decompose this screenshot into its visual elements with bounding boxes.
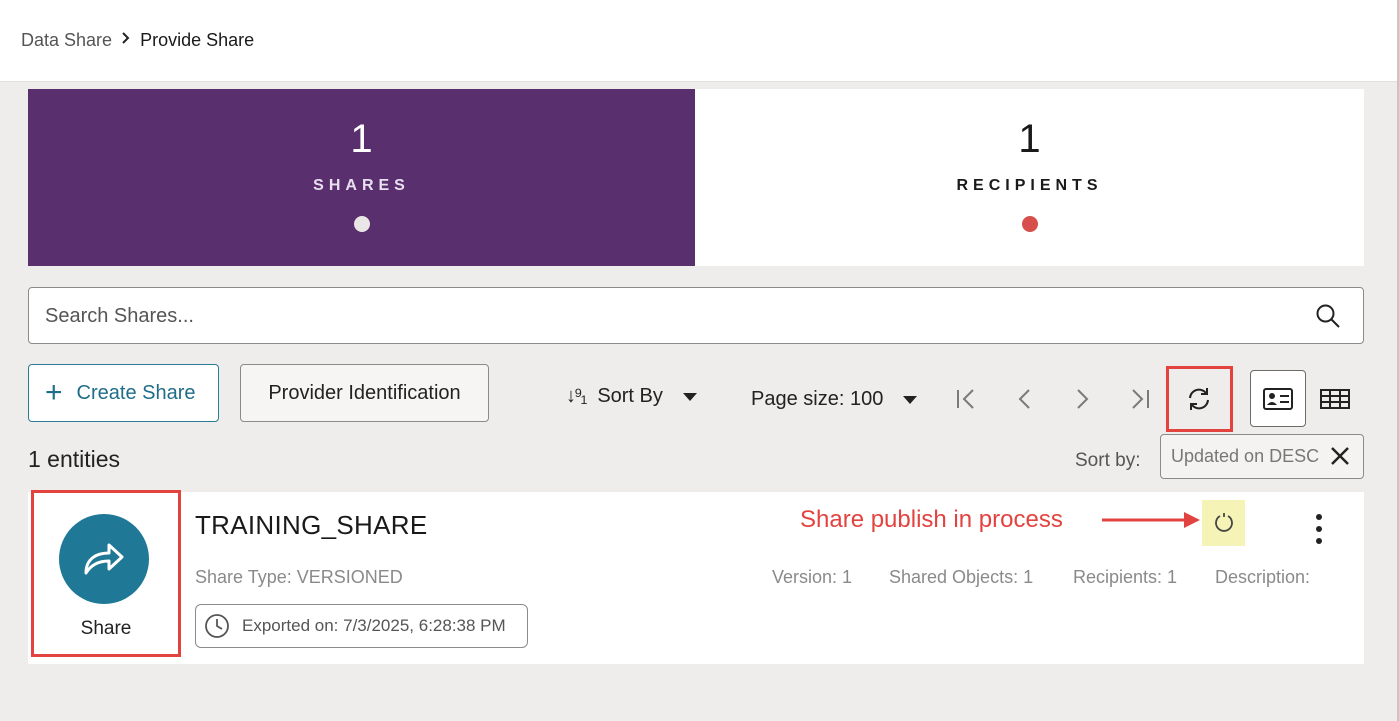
create-share-label: Create Share	[76, 381, 196, 404]
table-view-icon	[1320, 389, 1350, 409]
share-description: Description:	[1215, 567, 1311, 587]
first-page-button[interactable]	[951, 384, 981, 414]
recipients-indicator-dot	[1021, 216, 1038, 232]
sort-by-dropdown[interactable]: ↓⁹₁ Sort By	[566, 385, 697, 408]
sort-filter-chip: Updated on DESC	[1160, 434, 1364, 479]
share-arrow-icon	[84, 543, 124, 575]
table-view-button[interactable]	[1318, 384, 1352, 414]
recipients-count: 1	[1018, 117, 1041, 161]
breadcrumb: Data Share Provide Share	[21, 30, 254, 51]
recipients-tile[interactable]: 1 RECIPIENTS	[695, 89, 1364, 266]
page-size-label: Page size: 100	[751, 388, 884, 410]
provider-identification-button[interactable]: Provider Identification	[240, 364, 489, 422]
shares-indicator-dot	[353, 216, 370, 232]
share-version: Version: 1	[772, 567, 853, 587]
caret-down-icon	[682, 392, 697, 401]
page-size-dropdown[interactable]: Page size: 100	[751, 388, 918, 411]
chevron-left-icon	[1018, 389, 1030, 409]
provider-identification-label: Provider Identification	[268, 381, 461, 404]
share-type: Share Type: VERSIONED	[195, 567, 403, 587]
sort-icon: ↓⁹₁	[566, 385, 587, 407]
close-icon[interactable]	[1329, 445, 1351, 467]
caret-down-icon	[903, 395, 918, 404]
search-icon[interactable]	[1315, 303, 1341, 329]
next-page-button[interactable]	[1067, 384, 1097, 414]
breadcrumb-provide-share: Provide Share	[140, 30, 255, 50]
share-recipients: Recipients: 1	[1073, 567, 1178, 587]
share-avatar-label: Share	[80, 618, 132, 639]
publish-status-indicator	[1202, 500, 1245, 546]
more-actions-icon[interactable]	[1308, 514, 1330, 544]
breadcrumb-data-share[interactable]: Data Share	[21, 30, 112, 51]
annotation-text: Share publish in process	[800, 506, 1063, 533]
exported-on-badge: Exported on: 7/3/2025, 6:28:38 PM	[195, 604, 528, 648]
recipients-label: RECIPIENTS	[956, 177, 1103, 194]
exported-on-text: Exported on: 7/3/2025, 6:28:38 PM	[242, 616, 506, 635]
last-page-button[interactable]	[1125, 384, 1155, 414]
shares-label: SHARES	[313, 177, 410, 194]
spinner-icon	[1214, 513, 1233, 532]
last-page-icon	[1132, 389, 1149, 409]
shares-tile[interactable]: 1 SHARES	[28, 89, 695, 266]
share-shared-objects: Shared Objects: 1	[889, 567, 1034, 587]
clock-icon	[205, 614, 229, 638]
summary-tiles: 1 SHARES 1 RECIPIENTS	[28, 89, 1364, 266]
entities-count: 1 entities	[28, 446, 121, 472]
refresh-icon	[1189, 388, 1209, 410]
top-bar: Data Share Provide Share	[0, 0, 1399, 82]
card-view-icon	[1263, 387, 1293, 410]
sort-chip-label: Updated on DESC	[1171, 446, 1320, 466]
chevron-right-icon	[1077, 389, 1089, 409]
shares-count: 1	[350, 117, 373, 161]
sort-by-label: Sort By	[597, 385, 663, 407]
create-share-button[interactable]: + Create Share	[28, 364, 219, 422]
share-name[interactable]: TRAINING_SHARE	[195, 510, 427, 541]
search-bar	[28, 287, 1364, 344]
refresh-button[interactable]	[1176, 376, 1222, 422]
plus-icon: +	[45, 376, 63, 409]
sort-by-caption: Sort by:	[1075, 450, 1141, 471]
chevron-right-icon	[120, 31, 132, 50]
card-view-button[interactable]	[1250, 370, 1306, 427]
search-input[interactable]	[45, 302, 1285, 330]
first-page-icon	[957, 389, 974, 409]
previous-page-button[interactable]	[1010, 384, 1040, 414]
annotation-arrow	[1102, 512, 1200, 528]
share-avatar	[59, 514, 149, 604]
